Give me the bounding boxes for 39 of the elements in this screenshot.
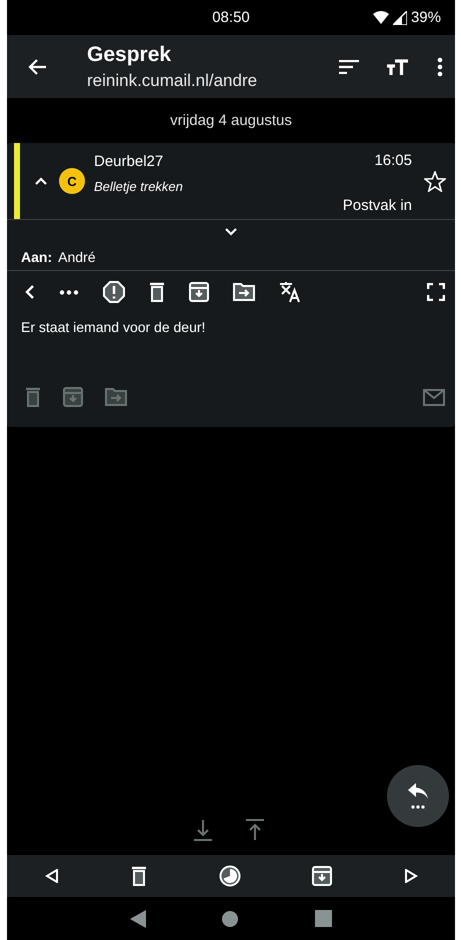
account-address: reinink.cumail.nl/andre (87, 70, 258, 90)
reply-icon (406, 781, 430, 811)
spam-button[interactable] (103, 281, 125, 303)
more-options-button[interactable] (437, 56, 443, 76)
message-body: Er staat iemand voor de deur! (20, 318, 206, 337)
envelope-button[interactable] (423, 388, 445, 406)
folder-label: Postvak in (342, 197, 412, 214)
expand-icon[interactable] (225, 228, 237, 236)
recipient-label: Aan: (21, 249, 52, 265)
more-button[interactable] (59, 290, 79, 294)
system-back-button[interactable] (130, 910, 146, 928)
snooze-button[interactable] (218, 865, 240, 887)
status-time: 08:50 (212, 9, 250, 26)
screen-title: Gesprek (87, 42, 172, 66)
scroll-to-top-button[interactable] (244, 819, 264, 841)
delete-button[interactable] (130, 866, 147, 886)
home-button[interactable] (222, 910, 238, 926)
date-header: vrijdag 4 augustus (169, 111, 293, 131)
star-icon[interactable] (424, 170, 446, 192)
fullscreen-button[interactable] (427, 283, 445, 301)
sender-name: Deurbel27 (94, 153, 164, 170)
delete-button[interactable] (149, 282, 165, 302)
battery-percent: 39% (410, 9, 441, 26)
collapse-icon[interactable] (35, 177, 47, 185)
signal-icon (392, 10, 407, 24)
text-size-button[interactable] (387, 58, 409, 74)
wifi-icon (372, 11, 389, 24)
previous-button[interactable] (25, 284, 35, 300)
avatar: C (59, 168, 85, 194)
message-time: 16:05 (374, 152, 412, 169)
translate-button[interactable] (279, 281, 303, 303)
back-button[interactable] (27, 58, 47, 76)
next-message-button[interactable] (404, 869, 418, 883)
recents-button[interactable] (314, 910, 332, 927)
recipient-name: André (58, 249, 96, 265)
message-subject: Belletje trekken (94, 179, 184, 194)
scroll-to-bottom-button[interactable] (192, 819, 212, 841)
sort-button[interactable] (339, 60, 359, 74)
previous-message-button[interactable] (45, 869, 59, 883)
